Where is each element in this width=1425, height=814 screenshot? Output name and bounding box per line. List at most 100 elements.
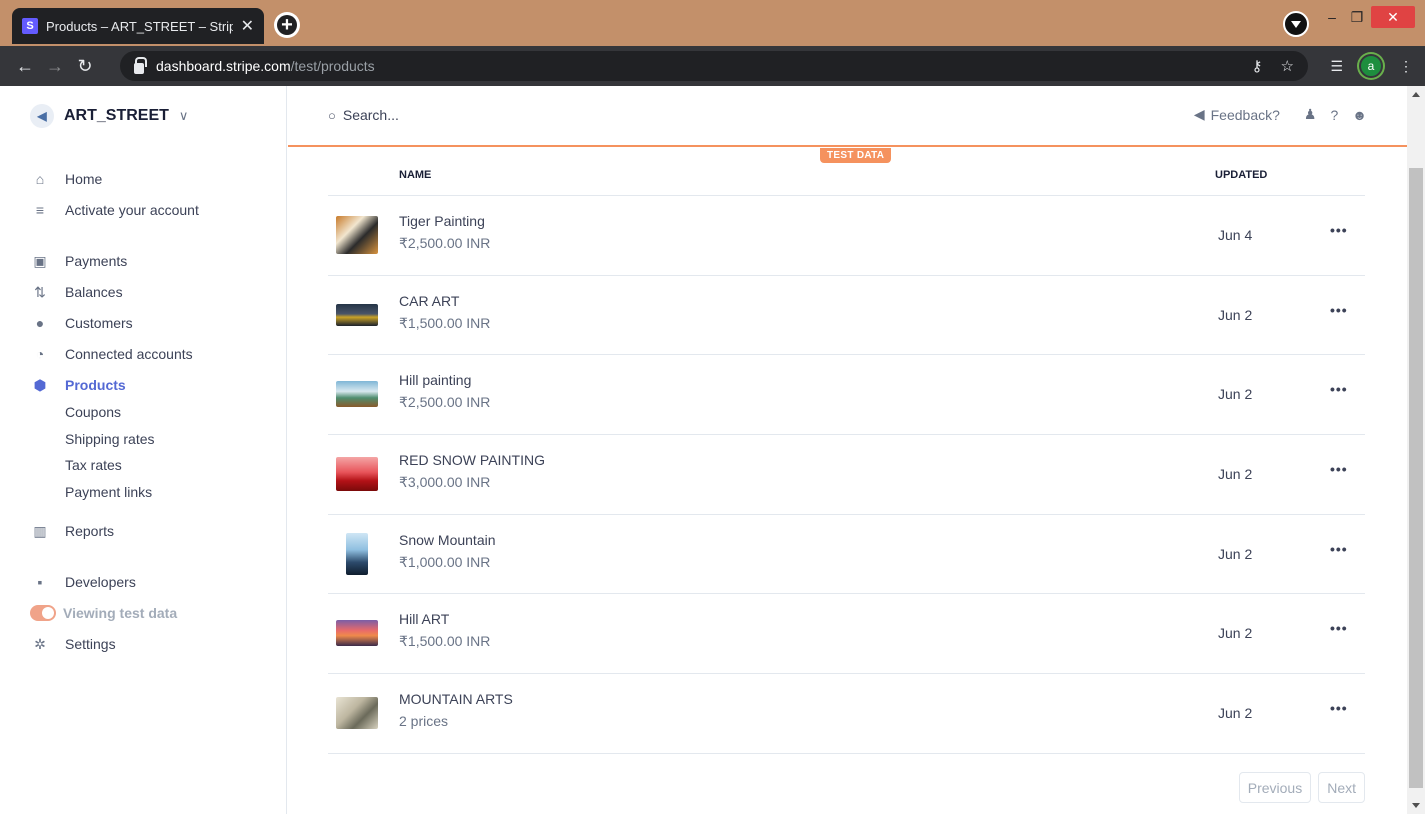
product-updated: Jun 4 xyxy=(1218,227,1253,243)
help-icon[interactable]: ? xyxy=(1330,107,1338,123)
bookmark-star-icon[interactable]: ☆ xyxy=(1281,57,1294,75)
product-name[interactable]: CAR ART xyxy=(399,293,459,309)
sidebar-subitem-tax-rates[interactable]: Tax rates xyxy=(65,457,122,477)
search-icon: ○ xyxy=(328,107,336,123)
reload-icon[interactable]: ↻ xyxy=(70,56,100,77)
sidebar-item-connected-accounts[interactable]: ◔ Connected accounts xyxy=(32,344,193,364)
customers-icon: ● xyxy=(35,315,45,331)
balances-icon: ⇅ xyxy=(34,283,46,300)
sidebar-item-developers[interactable]: ▪ Developers xyxy=(32,572,136,592)
url-bar[interactable]: dashboard.stripe.com/test/products ⚷ ☆ xyxy=(120,51,1308,81)
sidebar-item-settings[interactable]: ✲ Settings xyxy=(32,634,115,654)
window-minimize-button[interactable]: – xyxy=(1322,6,1342,28)
next-page-button[interactable]: Next xyxy=(1318,772,1365,803)
product-thumbnail xyxy=(336,375,378,413)
table-row[interactable]: RED SNOW PAINTING ₹3,000.00 INR Jun 2 ••… xyxy=(328,435,1365,515)
reports-icon: ▥ xyxy=(33,522,47,539)
account-switcher[interactable]: ◀ ART_STREET ∨ xyxy=(30,104,188,128)
table-row[interactable]: Snow Mountain ₹1,000.00 INR Jun 2 ••• xyxy=(328,515,1365,595)
product-updated: Jun 2 xyxy=(1218,306,1253,323)
product-name[interactable]: Hill painting xyxy=(399,372,471,388)
lock-icon xyxy=(134,56,147,74)
scroll-down-arrow-icon[interactable] xyxy=(1412,803,1420,808)
product-updated: Jun 2 xyxy=(1218,625,1253,642)
sidebar-item-label: Customers xyxy=(65,315,133,331)
plus-icon: + xyxy=(281,14,293,36)
table-row[interactable]: MOUNTAIN ARTS 2 prices Jun 2 ••• xyxy=(328,674,1365,754)
user-profile-icon[interactable]: ☻ xyxy=(1352,107,1367,123)
more-actions-icon[interactable]: ••• xyxy=(1330,381,1348,397)
test-data-toggle[interactable] xyxy=(30,605,56,621)
more-actions-icon[interactable]: ••• xyxy=(1330,461,1348,477)
product-name[interactable]: RED SNOW PAINTING xyxy=(399,452,545,468)
sidebar-subitem-coupons[interactable]: Coupons xyxy=(65,404,121,424)
sidebar-item-products[interactable]: ⬢ Products xyxy=(32,375,126,395)
product-thumbnail xyxy=(336,216,378,254)
settings-gear-icon: ✲ xyxy=(34,635,46,652)
sidebar-item-label: Connected accounts xyxy=(65,346,193,362)
browser-tab[interactable]: S Products – ART_STREET – Stripe [ ✕ xyxy=(12,8,264,44)
product-name[interactable]: Hill ART xyxy=(399,611,449,627)
table-row[interactable]: Hill ART ₹1,500.00 INR Jun 2 ••• xyxy=(328,594,1365,675)
search-input[interactable]: ○ Search... xyxy=(328,107,399,123)
new-tab-button[interactable]: + xyxy=(274,12,300,38)
scrollbar-thumb[interactable] xyxy=(1409,168,1423,788)
test-data-toggle-row[interactable]: Viewing test data xyxy=(30,603,177,623)
previous-page-button[interactable]: Previous xyxy=(1238,772,1312,803)
product-thumbnail xyxy=(336,614,378,652)
test-data-label: Viewing test data xyxy=(63,605,178,621)
scroll-up-arrow-icon[interactable] xyxy=(1412,92,1420,97)
account-name: ART_STREET xyxy=(64,107,169,124)
sidebar-item-label: Balances xyxy=(65,284,123,300)
sidebar-item-label: Developers xyxy=(65,574,136,590)
product-thumbnail xyxy=(336,296,378,334)
product-price: ₹1,000.00 INR xyxy=(399,553,491,570)
product-name[interactable]: MOUNTAIN ARTS xyxy=(399,691,513,707)
reading-list-icon[interactable]: ☰ xyxy=(1330,58,1343,75)
more-actions-icon[interactable]: ••• xyxy=(1330,700,1348,716)
sidebar-item-activate[interactable]: ≡ Activate your account xyxy=(32,200,199,220)
pagination: Previous Next xyxy=(1238,772,1365,803)
sidebar-item-customers[interactable]: ● Customers xyxy=(32,313,133,333)
test-data-badge: TEST DATA xyxy=(820,148,892,163)
column-header-name[interactable]: NAME xyxy=(399,169,431,181)
more-actions-icon[interactable]: ••• xyxy=(1330,222,1348,238)
forward-arrow-icon[interactable]: → xyxy=(40,56,70,77)
sidebar-subitem-payment-links[interactable]: Payment links xyxy=(65,484,152,504)
notifications-bell-icon[interactable]: ♟ xyxy=(1304,106,1317,123)
extension-download-icon[interactable] xyxy=(1283,11,1309,37)
window-close-button[interactable]: ✕ xyxy=(1371,6,1415,28)
back-arrow-icon[interactable]: ← xyxy=(10,56,40,77)
product-updated: Jun 2 xyxy=(1218,466,1253,483)
sidebar-subitem-shipping-rates[interactable]: Shipping rates xyxy=(65,431,155,451)
table-row[interactable]: Hill painting ₹2,500.00 INR Jun 2 ••• xyxy=(328,355,1365,436)
sidebar-item-payments[interactable]: ▣ Payments xyxy=(32,251,127,271)
more-actions-icon[interactable]: ••• xyxy=(1330,541,1348,557)
tab-close-icon[interactable]: ✕ xyxy=(241,16,254,36)
more-actions-icon[interactable]: ••• xyxy=(1330,620,1348,636)
sidebar-item-label: Activate your account xyxy=(65,202,199,218)
sidebar-item-home[interactable]: ⌂ Home xyxy=(32,169,103,189)
window-maximize-button[interactable]: ❐ xyxy=(1347,6,1367,28)
product-name[interactable]: Tiger Painting xyxy=(399,213,485,229)
sidebar: ◀ ART_STREET ∨ ⌂ Home ≡ Activate your ac… xyxy=(0,86,287,814)
search-placeholder: Search... xyxy=(342,107,399,123)
column-header-updated[interactable]: UPDATED xyxy=(1215,169,1267,181)
feedback-button[interactable]: ◀ Feedback? xyxy=(1194,106,1280,123)
table-row[interactable]: Tiger Painting ₹2,500.00 INR Jun 4 ••• xyxy=(328,196,1365,276)
profile-avatar[interactable]: a xyxy=(1359,54,1383,78)
feedback-label: Feedback? xyxy=(1210,106,1280,123)
sidebar-item-reports[interactable]: ▥ Reports xyxy=(32,521,114,541)
sidebar-item-balances[interactable]: ⇅ Balances xyxy=(32,282,123,302)
product-price: ₹1,500.00 INR xyxy=(399,314,491,331)
password-key-icon[interactable]: ⚷ xyxy=(1252,57,1263,75)
page-scrollbar[interactable] xyxy=(1407,86,1425,814)
product-name[interactable]: Snow Mountain xyxy=(399,532,496,548)
browser-menu-icon[interactable]: ⋮ xyxy=(1399,58,1413,75)
products-table: NAME UPDATED Tiger Painting ₹2,500.00 IN… xyxy=(328,162,1365,754)
browser-tab-bar: S Products – ART_STREET – Stripe [ ✕ + –… xyxy=(0,0,1425,46)
tab-title: Products – ART_STREET – Stripe [ xyxy=(46,18,233,34)
more-actions-icon[interactable]: ••• xyxy=(1330,302,1348,318)
table-row[interactable]: CAR ART ₹1,500.00 INR Jun 2 ••• xyxy=(328,276,1365,356)
activate-icon: ≡ xyxy=(35,202,45,218)
